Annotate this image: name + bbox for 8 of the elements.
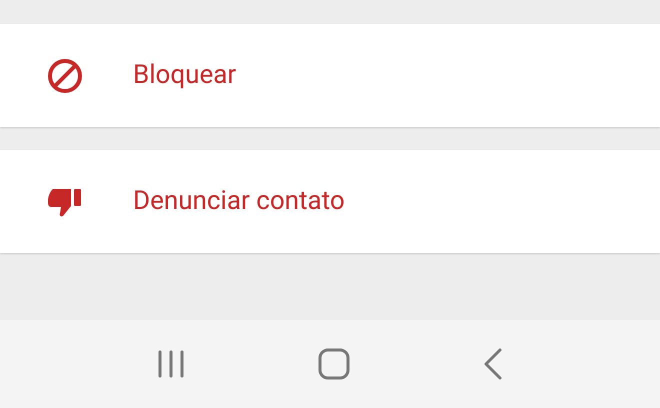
recent-apps-icon[interactable]: [156, 349, 185, 379]
menu-item[interactable]: Bloquear: [0, 24, 660, 127]
home-icon[interactable]: [318, 348, 350, 380]
menu-item-label: Bloquear: [133, 59, 236, 92]
menu-item[interactable]: Denunciar contato: [0, 150, 660, 253]
menu-item-label: Denunciar contato: [133, 185, 345, 218]
back-icon[interactable]: [483, 348, 504, 380]
prohibited-icon: [46, 56, 84, 94]
